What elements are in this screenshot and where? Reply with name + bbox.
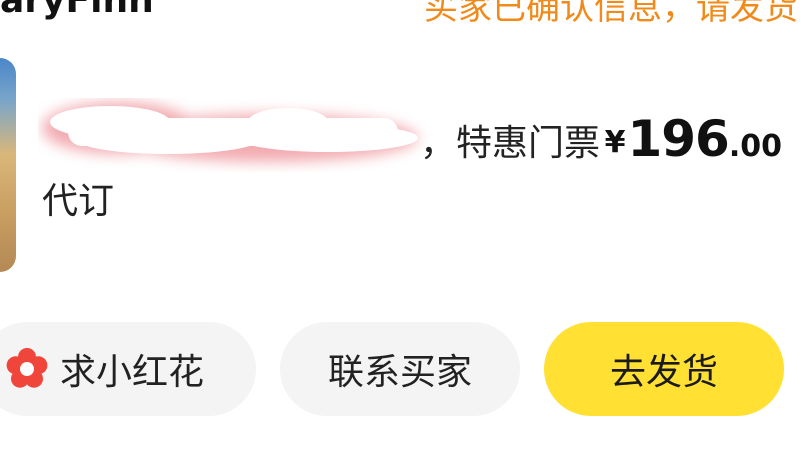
product-title[interactable]: ，特惠门票 代订 bbox=[42, 102, 602, 228]
request-flower-button[interactable]: 求小红花 bbox=[0, 322, 256, 416]
price-currency: ¥ bbox=[604, 125, 626, 160]
contact-buyer-button[interactable]: 联系买家 bbox=[280, 322, 520, 416]
buyer-name: aryFinn bbox=[0, 0, 154, 21]
price-integer: 196 bbox=[627, 110, 729, 168]
ship-label: 去发货 bbox=[609, 352, 718, 393]
price-decimal: .00 bbox=[728, 129, 782, 164]
redaction-scribble bbox=[42, 102, 418, 162]
red-flower-icon bbox=[6, 348, 48, 388]
request-flower-label: 求小红花 bbox=[60, 352, 205, 393]
product-thumbnail[interactable] bbox=[0, 58, 16, 272]
price: ¥196.00 bbox=[605, 110, 782, 168]
product-title-line1-tail: ，特惠门票 bbox=[420, 123, 601, 164]
ship-button[interactable]: 去发货 bbox=[544, 322, 784, 416]
order-card: aryFinn 买家已确认信息，请发货 ，特惠门票 代订 ¥196.00 求小红… bbox=[0, 0, 812, 456]
product-title-line2: 代订 bbox=[42, 181, 115, 222]
order-status-notice: 买家已确认信息，请发货 bbox=[424, 0, 798, 28]
contact-buyer-label: 联系买家 bbox=[327, 352, 472, 393]
